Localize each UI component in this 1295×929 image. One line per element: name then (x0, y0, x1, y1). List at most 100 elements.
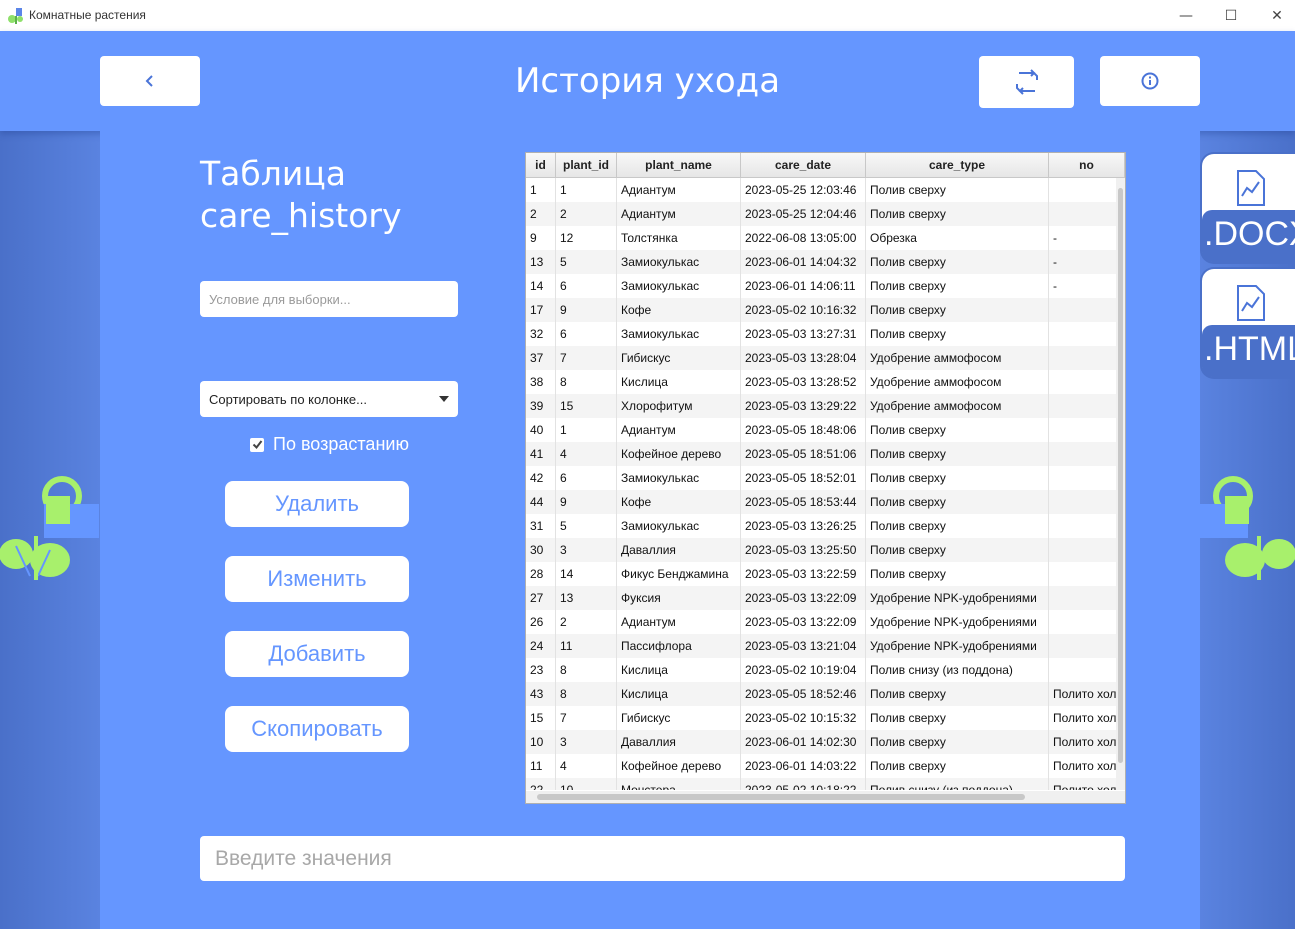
edit-button[interactable]: Изменить (225, 556, 409, 602)
table-cell: 39 (526, 394, 556, 418)
table-cell: Кислица (617, 658, 741, 682)
table-cell (1049, 586, 1116, 610)
table-body[interactable]: 1 1 Адиантум 2023-05-25 12:03:46 Полив сверх… (526, 178, 1116, 790)
ascending-label: По возрастанию (273, 434, 409, 454)
care-history-table[interactable]: id plant_id plant_name care_date care_type no… (525, 152, 1126, 804)
table-cell: 3 (556, 538, 617, 562)
table-cell: 37 (526, 346, 556, 370)
table-header-row: id plant_id plant_name care_date care_type no (526, 153, 1125, 178)
vertical-scroll-thumb[interactable] (1118, 188, 1123, 763)
column-header[interactable]: id (526, 153, 556, 177)
table-row[interactable]: 11 4 Кофейное дерево 2023-06-01 14:03:22 Пол… (526, 754, 1116, 778)
table-cell: Полив сверху (866, 250, 1049, 274)
table-row[interactable]: 40 1 Адиантум 2023-05-05 18:48:06 Полив свер… (526, 418, 1116, 442)
refresh-button[interactable] (979, 56, 1074, 108)
column-header[interactable]: no (1049, 153, 1125, 177)
table-row[interactable]: 42 6 Замиокулькас 2023-05-05 18:52:01 Полив … (526, 466, 1116, 490)
table-row[interactable]: 2 2 Адиантум 2023-05-25 12:04:46 Полив сверх… (526, 202, 1116, 226)
column-header[interactable]: plant_name (617, 153, 741, 177)
table-cell: Адиантум (617, 418, 741, 442)
table-row[interactable]: 24 11 Пассифлора 2023-05-03 13:21:04 Удобрен… (526, 634, 1116, 658)
table-cell: Фуксия (617, 586, 741, 610)
table-row[interactable]: 32 6 Замиокулькас 2023-05-03 13:27:31 Полив … (526, 322, 1116, 346)
table-row[interactable]: 23 8 Кислица 2023-05-02 10:19:04 Полив снизу… (526, 658, 1116, 682)
table-cell: Гибискус (617, 346, 741, 370)
close-window-button[interactable]: ✕ (1254, 0, 1295, 31)
table-row[interactable]: 26 2 Адиантум 2023-05-03 13:22:09 Удобрение … (526, 610, 1116, 634)
ascending-checkbox[interactable] (250, 437, 264, 452)
table-cell: 2023-05-02 10:16:32 (741, 298, 866, 322)
table-cell: Полив сверху (866, 418, 1049, 442)
table-cell (1049, 466, 1116, 490)
table-row[interactable]: 14 6 Замиокулькас 2023-06-01 14:06:11 Полив … (526, 274, 1116, 298)
table-row[interactable]: 39 15 Хлорофитум 2023-05-03 13:29:22 Удобрен… (526, 394, 1116, 418)
table-cell (1049, 322, 1116, 346)
table-cell: Замиокулькас (617, 250, 741, 274)
table-cell: 2023-05-05 18:52:01 (741, 466, 866, 490)
table-cell: Адиантум (617, 202, 741, 226)
table-cell: Полив снизу (из поддона) (866, 778, 1049, 790)
table-row[interactable]: 30 3 Даваллия 2023-05-03 13:25:50 Полив свер… (526, 538, 1116, 562)
condition-input[interactable] (200, 281, 458, 317)
table-row[interactable]: 43 8 Кислица 2023-05-05 18:52:46 Полив сверх… (526, 682, 1116, 706)
table-cell (1049, 658, 1116, 682)
table-cell: 2023-05-03 13:22:59 (741, 562, 866, 586)
export-html-button[interactable]: .HTML (1200, 267, 1295, 379)
table-cell: 44 (526, 490, 556, 514)
table-cell (1049, 370, 1116, 394)
table-row[interactable]: 37 7 Гибискус 2023-05-03 13:28:04 Удобрение … (526, 346, 1116, 370)
table-cell: 2023-05-05 18:53:44 (741, 490, 866, 514)
table-row[interactable]: 44 9 Кофе 2023-05-05 18:53:44 Полив сверху (526, 490, 1116, 514)
values-input[interactable] (200, 836, 1125, 881)
table-cell: Кофе (617, 298, 741, 322)
table-cell: 1 (526, 178, 556, 202)
table-row[interactable]: 28 14 Фикус Бенджамина 2023-05-03 13:22:59 П… (526, 562, 1116, 586)
ascending-checkbox-row[interactable]: По возрастанию (250, 434, 409, 455)
table-row[interactable]: 15 7 Гибискус 2023-05-02 10:15:32 Полив свер… (526, 706, 1116, 730)
table-row[interactable]: 9 12 Толстянка 2022-06-08 13:05:00 Обрезка - (526, 226, 1116, 250)
table-cell: Полито хол (1049, 682, 1116, 706)
table-row[interactable]: 38 8 Кислица 2023-05-03 13:28:52 Удобрение а… (526, 370, 1116, 394)
table-cell: 2023-05-03 13:27:31 (741, 322, 866, 346)
table-cell: 26 (526, 610, 556, 634)
table-row[interactable]: 1 1 Адиантум 2023-05-25 12:03:46 Полив сверх… (526, 178, 1116, 202)
add-button[interactable]: Добавить (225, 631, 409, 677)
table-cell: Кофейное дерево (617, 754, 741, 778)
table-cell: Полив сверху (866, 562, 1049, 586)
column-header[interactable]: care_date (741, 153, 866, 177)
maximize-button[interactable]: ☐ (1208, 0, 1254, 31)
table-cell: 2023-05-05 18:48:06 (741, 418, 866, 442)
table-cell: - (1049, 226, 1116, 250)
copy-button[interactable]: Скопировать (225, 706, 409, 752)
table-row[interactable]: 22 10 Монстера 2023-05-02 10:18:22 Полив сни… (526, 778, 1116, 790)
table-row[interactable]: 41 4 Кофейное дерево 2023-05-05 18:51:06 Пол… (526, 442, 1116, 466)
table-cell: - (1049, 250, 1116, 274)
table-cell: 2023-06-01 14:03:22 (741, 754, 866, 778)
table-cell: 1 (556, 178, 617, 202)
table-cell: Кофейное дерево (617, 442, 741, 466)
table-cell: Полив сверху (866, 538, 1049, 562)
table-row[interactable]: 17 9 Кофе 2023-05-02 10:16:32 Полив сверху (526, 298, 1116, 322)
minimize-button[interactable]: — (1163, 0, 1209, 31)
table-title: Таблица care_history (200, 153, 402, 237)
column-header[interactable]: care_type (866, 153, 1049, 177)
table-cell: 27 (526, 586, 556, 610)
sort-column-select[interactable]: Сортировать по колонке... (200, 381, 458, 417)
export-docx-button[interactable]: .DOCX (1200, 152, 1295, 264)
table-row[interactable]: 31 5 Замиокулькас 2023-05-03 13:26:25 Полив … (526, 514, 1116, 538)
column-header[interactable]: plant_id (556, 153, 617, 177)
table-cell (1049, 634, 1116, 658)
export-docx-label: .DOCX (1202, 210, 1295, 262)
table-cell: Полив сверху (866, 490, 1049, 514)
info-button[interactable] (1100, 56, 1200, 106)
table-row[interactable]: 27 13 Фуксия 2023-05-03 13:22:09 Удобрение N… (526, 586, 1116, 610)
delete-button[interactable]: Удалить (225, 481, 409, 527)
horizontal-scroll-thumb[interactable] (537, 794, 1025, 800)
horizontal-scrollbar[interactable] (526, 791, 1125, 803)
table-row[interactable]: 13 5 Замиокулькас 2023-06-01 14:04:32 Полив … (526, 250, 1116, 274)
table-title-line2: care_history (200, 196, 402, 235)
vertical-scrollbar[interactable] (1116, 178, 1125, 790)
table-row[interactable]: 10 3 Даваллия 2023-06-01 14:02:30 Полив свер… (526, 730, 1116, 754)
table-cell: Удобрение NPK-удобрениями (866, 586, 1049, 610)
table-cell: Обрезка (866, 226, 1049, 250)
